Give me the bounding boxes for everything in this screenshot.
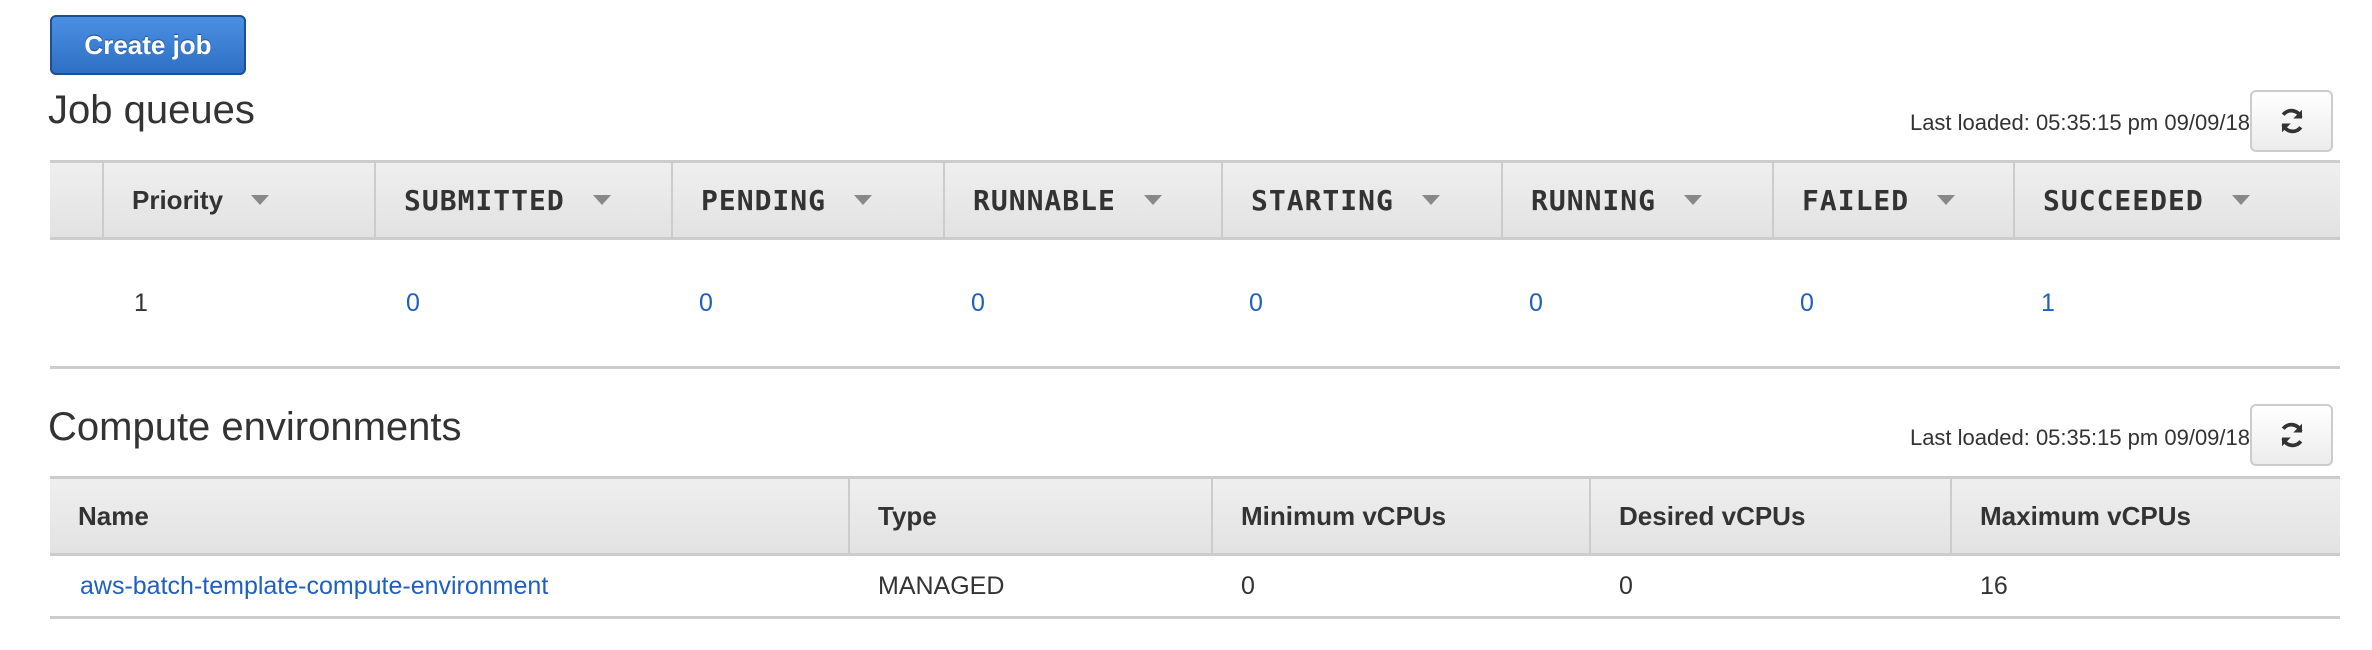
failed-count-link[interactable]: 0 xyxy=(1800,289,1814,317)
refresh-icon xyxy=(2280,108,2303,134)
table-row: 1 0 0 0 0 0 0 1 xyxy=(50,240,2340,369)
table-header: Priority SUBMITTED PENDING RUNNABLE STAR… xyxy=(50,160,2340,240)
submitted-count-link[interactable]: 0 xyxy=(406,289,420,317)
runnable-count-link[interactable]: 0 xyxy=(971,289,985,317)
sort-caret-icon xyxy=(854,195,873,205)
pending-count-link[interactable]: 0 xyxy=(699,289,713,317)
column-label: RUNNABLE xyxy=(973,183,1116,217)
col-failed[interactable]: FAILED xyxy=(1772,163,2013,237)
col-runnable[interactable]: RUNNABLE xyxy=(943,163,1221,237)
col-pending[interactable]: PENDING xyxy=(671,163,943,237)
create-job-button[interactable]: Create job xyxy=(50,15,246,75)
column-label: RUNNING xyxy=(1531,183,1657,217)
compute-environment-name-link[interactable]: aws-batch-template-compute-environment xyxy=(80,572,548,600)
col-name: Name xyxy=(78,500,149,531)
column-label: STARTING xyxy=(1251,183,1394,217)
job-queues-refresh-button[interactable] xyxy=(2250,90,2333,152)
min-vcpus-value: 0 xyxy=(1241,571,1255,600)
running-count-link[interactable]: 0 xyxy=(1529,289,1543,317)
sort-caret-icon xyxy=(592,195,611,205)
refresh-icon xyxy=(2280,422,2303,448)
compute-environments-refresh-button[interactable] xyxy=(2250,404,2333,466)
type-value: MANAGED xyxy=(878,571,1005,600)
max-vcpus-value: 16 xyxy=(1980,571,2008,600)
col-priority[interactable]: Priority xyxy=(102,163,374,237)
table-header: Name Type Minimum vCPUs Desired vCPUs Ma… xyxy=(50,476,2340,556)
sort-caret-icon xyxy=(251,195,270,205)
sort-caret-icon xyxy=(1143,195,1162,205)
job-queues-table: Priority SUBMITTED PENDING RUNNABLE STAR… xyxy=(50,160,2340,369)
sort-caret-icon xyxy=(1684,195,1703,205)
sort-caret-icon xyxy=(2231,195,2250,205)
desired-vcpus-value: 0 xyxy=(1619,571,1633,600)
compute-environments-title: Compute environments xyxy=(48,405,462,449)
succeeded-count-link[interactable]: 1 xyxy=(2041,289,2055,317)
col-starting[interactable]: STARTING xyxy=(1221,163,1501,237)
priority-value: 1 xyxy=(134,288,148,317)
col-desired-vcpus: Desired vCPUs xyxy=(1589,479,1950,553)
job-queues-last-loaded: Last loaded: 05:35:15 pm 09/09/18 xyxy=(1909,110,2250,135)
column-label: Priority xyxy=(132,184,224,215)
column-label: SUBMITTED xyxy=(404,183,565,217)
sort-caret-icon xyxy=(1421,195,1440,205)
compute-environments-last-loaded: Last loaded: 05:35:15 pm 09/09/18 xyxy=(1909,425,2250,450)
col-submitted[interactable]: SUBMITTED xyxy=(374,163,671,237)
col-min-vcpus: Minimum vCPUs xyxy=(1211,479,1589,553)
starting-count-link[interactable]: 0 xyxy=(1249,289,1263,317)
compute-environments-table: Name Type Minimum vCPUs Desired vCPUs Ma… xyxy=(50,476,2340,619)
select-column xyxy=(50,163,102,237)
col-succeeded[interactable]: SUCCEEDED xyxy=(2013,163,2340,237)
column-label: SUCCEEDED xyxy=(2043,183,2204,217)
sort-caret-icon xyxy=(1937,195,1956,205)
table-row: aws-batch-template-compute-environment M… xyxy=(50,556,2340,619)
job-queues-title: Job queues xyxy=(48,88,255,132)
column-label: PENDING xyxy=(701,183,827,217)
col-type: Type xyxy=(848,479,1211,553)
col-max-vcpus: Maximum vCPUs xyxy=(1950,479,2340,553)
column-label: FAILED xyxy=(1802,183,1910,217)
col-running[interactable]: RUNNING xyxy=(1501,163,1772,237)
